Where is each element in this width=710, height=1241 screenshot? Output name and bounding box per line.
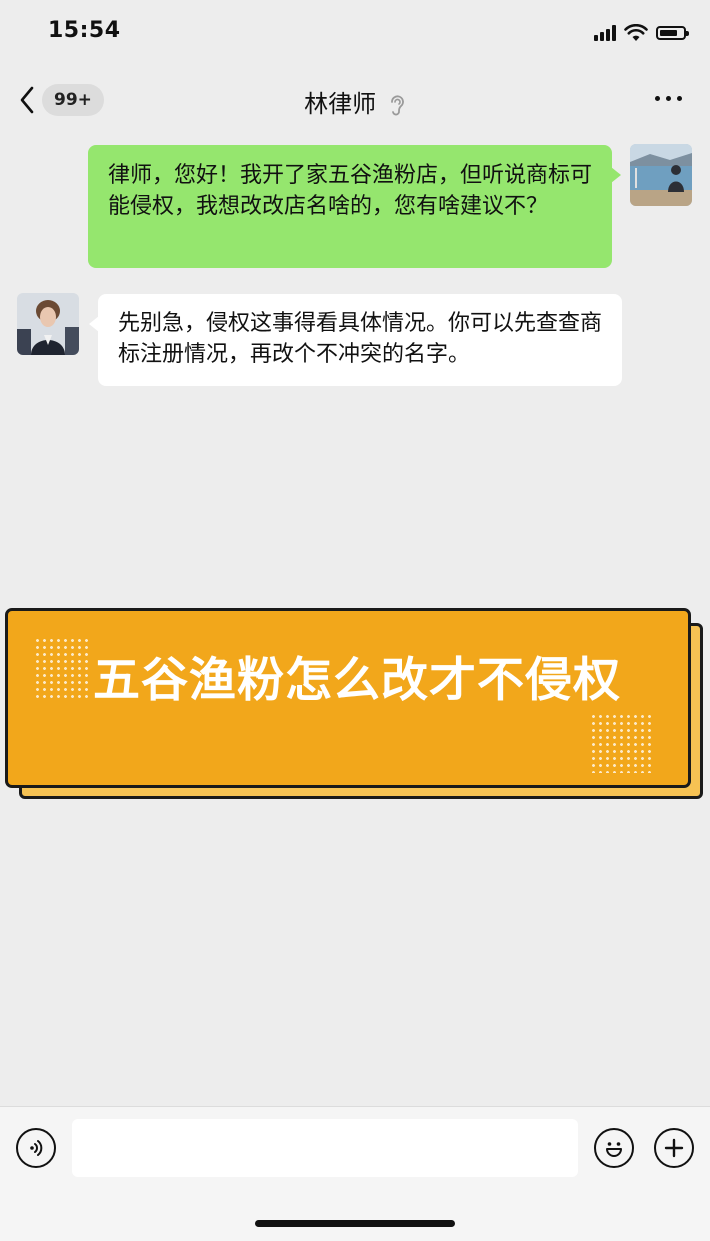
voice-icon <box>30 1140 43 1156</box>
wifi-icon <box>624 24 648 41</box>
chat-title-text: 林律师 <box>304 90 377 118</box>
banner-title: 五谷渔粉怎么改才不侵权 <box>93 653 621 708</box>
dot-pattern <box>34 637 92 699</box>
dot-pattern <box>590 713 654 773</box>
status-time: 15:54 <box>48 18 121 43</box>
more-icon <box>655 96 660 101</box>
plus-button[interactable] <box>654 1128 694 1168</box>
message-input[interactable] <box>72 1119 578 1177</box>
lawyer-avatar[interactable] <box>17 293 79 355</box>
my-avatar[interactable] <box>630 144 692 206</box>
plus-icon <box>664 1138 684 1158</box>
chat-title: 林律师 <box>0 84 710 119</box>
home-indicator <box>255 1220 455 1227</box>
message-bubble-outgoing[interactable]: 律师，您好！我开了家五谷渔粉店，但听说商标可能侵权，我想改改店名啥的，您有啥建议… <box>88 145 621 268</box>
battery-level <box>660 30 678 36</box>
battery-icon <box>656 26 689 40</box>
chat-nav-bar: 99+ 林律师 <box>0 66 710 132</box>
message-bubble-incoming[interactable]: 先别急，侵权这事得看具体情况。你可以先查查商标注册情况，再改个不冲突的名字。 <box>89 294 622 386</box>
cellular-signal-icon <box>594 25 616 41</box>
status-bar: 15:54 <box>0 0 710 66</box>
emoji-icon <box>606 1142 622 1157</box>
more-options-button[interactable] <box>655 96 682 101</box>
voice-button[interactable] <box>16 1128 56 1168</box>
ear-icon <box>390 95 404 116</box>
title-banner: 五谷渔粉怎么改才不侵权 <box>5 608 691 788</box>
status-icons <box>594 24 689 42</box>
emoji-button[interactable] <box>594 1128 634 1168</box>
